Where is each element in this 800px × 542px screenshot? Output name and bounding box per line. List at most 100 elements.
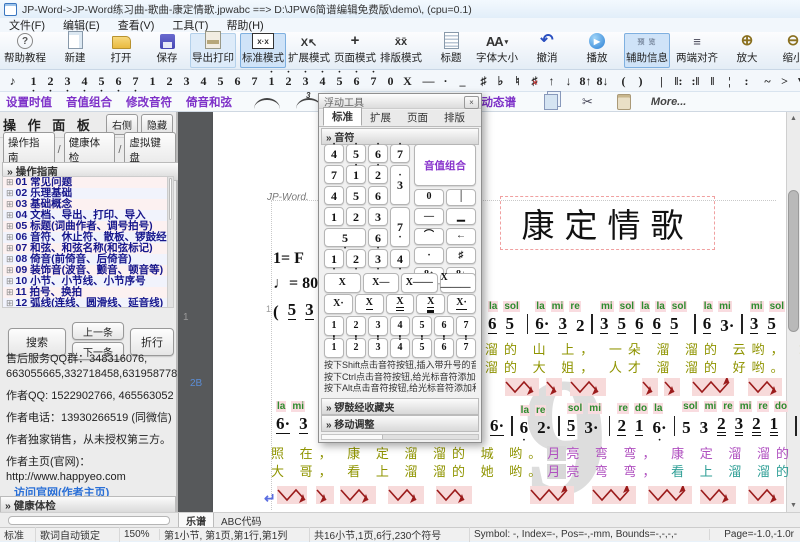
key-signature[interactable]: 1= F [273,250,304,268]
keypad-1[interactable]: 1 [324,338,344,358]
keypad-note-7[interactable]: 7 [390,207,410,247]
note-key-([interactable]: ( [615,71,632,90]
keypad-0[interactable]: 0 [414,189,444,206]
scroll-up-arrow[interactable]: ▲ [787,112,800,125]
note[interactable]: 5 [767,315,776,334]
note[interactable]: 6 [703,315,712,334]
keypad-note-1[interactable]: 1 [324,249,344,268]
note-key-4[interactable]: 4 [195,71,212,90]
note-key-5[interactable]: 5 [93,71,110,90]
lyric-text[interactable]: 大 哥， 看 上 溜 溜的 她 哟。 [271,464,547,479]
note[interactable]: 6· [276,415,290,434]
title-button-button[interactable]: 标题 [428,33,474,68]
keypad-note-2[interactable]: 2 [368,165,388,184]
keypad-note-5[interactable]: 5 [324,228,366,247]
note-key-2[interactable]: 2 [161,71,178,90]
glissando-mark[interactable] [700,486,736,504]
note-key-3[interactable]: 3 [178,71,195,90]
close-icon[interactable]: × [464,96,479,109]
note-key-↑[interactable]: ↑ [543,71,560,90]
page-mode-button[interactable]: +页面模式 [332,33,378,68]
note-key-_[interactable]: _ [454,71,471,90]
note[interactable]: 3 [700,419,709,436]
lyric-text[interactable]: 亮 弯 弯， [566,446,661,461]
music-line2[interactable]: 6·lare62·solmi53·redola216·solmiremiredo… [487,401,800,436]
note-key-‖[interactable]: ‖ [704,71,721,90]
note-key-)[interactable]: ) [632,71,649,90]
note-key-▼[interactable]: ▼ [793,71,800,90]
move-adjust-section[interactable]: » 移动调整 [321,415,479,429]
note[interactable]: 5 [670,315,679,334]
expand-icon[interactable]: ⊞ [6,221,14,231]
note-key-1[interactable]: 1 [144,71,161,90]
glissando-mark[interactable] [316,486,334,504]
open-file-button[interactable]: 打开 [98,33,144,68]
keypad-X———[interactable]: X——— [440,273,477,293]
keypad-note-6[interactable]: 6 [368,186,388,205]
glissando-mark[interactable] [748,378,782,396]
link-倚音和弦[interactable]: 倚音和弦 [186,94,232,110]
glissando-mark[interactable] [277,486,307,504]
note[interactable]: 3 [750,315,759,334]
glissando-mark[interactable] [592,486,636,504]
keypad-note-3[interactable]: 3 [390,165,410,205]
expand-icon[interactable]: ⊞ [6,276,14,286]
note-key-7[interactable]: 7 [365,71,382,90]
glissando-mark[interactable] [505,378,539,396]
cut-icon[interactable]: ✂ [582,94,593,110]
note[interactable]: 5 [288,301,297,320]
zoom-out-button[interactable]: ⊖缩小 [770,33,800,68]
save-file-button[interactable]: 保存 [144,33,190,68]
layout-mode-button[interactable]: x̄x̄排版模式 [378,33,424,68]
keypad-note-6[interactable]: 6 [368,228,388,247]
measure-cell[interactable]: lami6·3 [276,401,308,434]
note-key-♪[interactable]: ♪ [4,71,21,90]
keypad-♯[interactable]: ♯ [446,247,476,264]
gong-drum-favorites-section[interactable]: » 锣鼓经收藏夹 [321,398,479,412]
slur-icon[interactable] [254,98,280,109]
expand-icon[interactable]: ⊞ [6,210,14,220]
note[interactable]: 6 [520,419,529,436]
keypad-│[interactable]: │ [446,189,476,206]
note-key-6[interactable]: 6 [229,71,246,90]
keypad-X·[interactable]: X· [324,294,353,314]
note-key-♮[interactable]: ♮ [509,71,526,90]
lyrics-line2-v2[interactable]: 大 哥， 看 上 溜 溜的 她 哟。月亮 弯 弯， 看 上 溜 溜的 她 [271,464,800,480]
note-key-~[interactable]: ~ [759,71,776,90]
lyric-text[interactable]: 溜的 山 上， 一朵 溜 溜的 云哟， 端端 [485,342,800,357]
scroll-thumb[interactable] [788,190,799,332]
note[interactable]: 5 [617,315,626,334]
lyric-text[interactable]: 康 定 溜 溜的 城 [662,446,800,461]
note-key-:[interactable]: : [738,71,755,90]
link-音值组合[interactable]: 音值组合 [66,94,112,110]
glissando-mark[interactable] [642,378,658,396]
note-key-4[interactable]: 4 [76,71,93,90]
note-key-8↑[interactable]: 8↑ [577,71,594,90]
keypad-note-2[interactable]: 2 [346,207,366,226]
note[interactable]: 5 [567,417,576,436]
note-value-combo-button[interactable]: 音值组合 [414,144,476,186]
glissando-mark[interactable] [546,378,562,396]
keypad-note-3[interactable]: 3 [368,207,388,226]
note-key-¦[interactable]: ¦ [721,71,738,90]
note[interactable]: 1 [770,415,779,436]
keypad-7[interactable]: 7 [456,338,476,358]
note-key-2[interactable]: 2 [42,71,59,90]
tempo-mark[interactable]: ♩= 80 [273,275,318,293]
link-设置时值[interactable]: 设置时值 [6,94,52,110]
float-tab-扩展[interactable]: 扩展 [362,109,399,126]
keypad-note-1[interactable]: 1 [324,207,344,226]
note[interactable]: 6 [488,315,497,334]
expand-icon[interactable]: ⊞ [6,177,14,187]
keypad-note-7[interactable]: 7 [324,165,344,184]
keypad-X——[interactable]: X—— [401,273,438,293]
copy-icon[interactable] [544,94,558,110]
note[interactable]: 3 [305,301,314,320]
keypad-4[interactable]: 4 [390,338,410,358]
note[interactable]: 6 [652,315,661,334]
glissando-mark[interactable] [570,378,606,396]
measure-cell[interactable]: misol35 [750,301,785,334]
tab-score[interactable]: 乐谱 [178,513,214,527]
measure-cell[interactable]: lami63· [703,301,735,334]
note[interactable]: 2 [576,317,585,334]
